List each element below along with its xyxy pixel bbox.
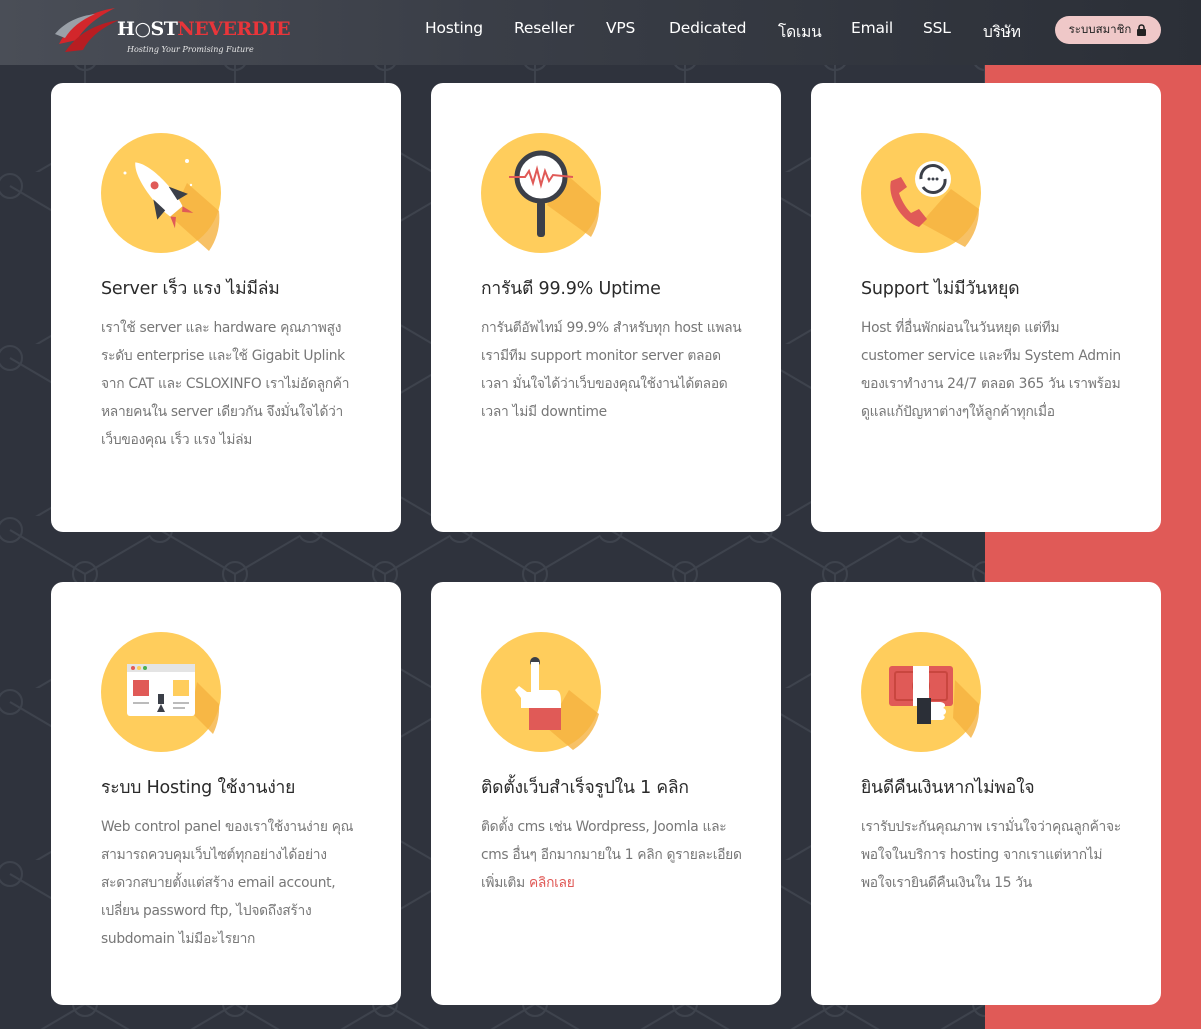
feature-description: เราใช้ server และ hardware คุณภาพสูงระดั… [101, 320, 350, 448]
member-login-label: ระบบสมาชิก [1068, 22, 1132, 36]
phone-support-icon [861, 133, 981, 253]
feature-description: การันตีอัพไทม์ 99.9% สำหรับทุก host แพลน… [481, 320, 742, 420]
feature-description: เรารับประกันคุณภาพ เรามั่นใจว่าคุณลูกค้า… [861, 819, 1121, 891]
feature-description: Host ที่อื่นพักผ่อนในวันหยุด แต่ทีม cust… [861, 320, 1121, 420]
logo-swoosh-icon [55, 8, 119, 52]
feature-title: Support ไม่มีวันหยุด [861, 279, 1020, 299]
feature-description: Web control panel ของเราใช้งานง่าย คุณสา… [101, 819, 354, 947]
magnifier-icon [481, 133, 601, 253]
nav-dedicated[interactable]: Dedicated [669, 19, 746, 37]
feature-card-money-back: ยินดีคืนเงินหากไม่พอใจ เรารับประกันคุณภา… [811, 582, 1161, 1005]
feature-title: Server เร็ว แรง ไม่มีล่ม [101, 279, 280, 299]
feature-description: ติดตั้ง cms เช่น Wordpress, Joomla และ c… [481, 819, 742, 891]
nav-company[interactable]: บริษัท [983, 19, 1021, 44]
click-hand-icon [481, 632, 601, 752]
member-login-button[interactable]: ระบบสมาชิก [1055, 16, 1161, 44]
feature-card-easy-hosting: ระบบ Hosting ใช้งานง่าย Web control pane… [51, 582, 401, 1005]
nav-hosting[interactable]: Hosting [425, 19, 483, 37]
nav-vps[interactable]: VPS [606, 19, 635, 37]
feature-title: ติดตั้งเว็บสำเร็จรูปใน 1 คลิก [481, 778, 689, 798]
click-now-link[interactable]: คลิกเลย [529, 875, 575, 891]
nav-domain[interactable]: โดเมน [778, 19, 822, 44]
nav-reseller[interactable]: Reseller [514, 19, 574, 37]
rocket-icon [101, 133, 221, 253]
nav-ssl[interactable]: SSL [923, 19, 951, 37]
logo-tagline: Hosting Your Promising Future [127, 45, 254, 54]
control-panel-icon [101, 632, 221, 752]
feature-title: ยินดีคืนเงินหากไม่พอใจ [861, 778, 1035, 798]
money-back-icon [861, 632, 981, 752]
lock-icon [1137, 24, 1147, 36]
top-navbar: H○STNEVERDIE Hosting Your Promising Futu… [0, 0, 1201, 65]
feature-card-one-click: ติดตั้งเว็บสำเร็จรูปใน 1 คลิก ติดตั้ง cm… [431, 582, 781, 1005]
feature-card-speed: Server เร็ว แรง ไม่มีล่ม เราใช้ server แ… [51, 83, 401, 532]
logo-wordmark: H○STNEVERDIE [117, 18, 291, 40]
feature-title: การันตี 99.9% Uptime [481, 279, 661, 299]
feature-card-uptime: การันตี 99.9% Uptime การันตีอัพไทม์ 99.9… [431, 83, 781, 532]
feature-card-support: Support ไม่มีวันหยุด Host ที่อื่นพักผ่อน… [811, 83, 1161, 532]
nav-email[interactable]: Email [851, 19, 893, 37]
feature-title: ระบบ Hosting ใช้งานง่าย [101, 778, 296, 798]
logo[interactable]: H○STNEVERDIE Hosting Your Promising Futu… [55, 4, 291, 60]
